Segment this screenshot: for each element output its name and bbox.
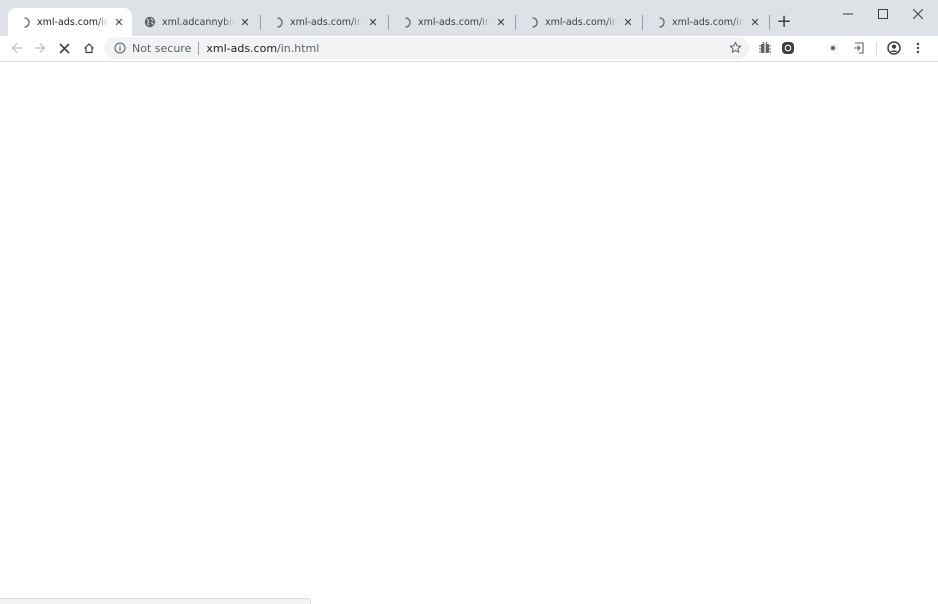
tab-close-icon[interactable]: ✕: [112, 15, 126, 29]
window-close-button[interactable]: [900, 0, 936, 28]
back-button[interactable]: [6, 37, 28, 59]
close-icon: [913, 9, 923, 19]
loading-spinner-icon: [271, 16, 284, 29]
tab-3[interactable]: xml-ads.com/in.html ✕: [261, 8, 386, 36]
tab-title: xml-ads.com/in.html: [672, 16, 744, 28]
loading-spinner-icon: [526, 16, 539, 29]
omnibox-divider: [198, 41, 200, 55]
tab-title: xml-ads.com/in.html: [37, 16, 108, 28]
minimize-icon: [843, 13, 853, 15]
status-bubble: [0, 598, 311, 604]
tab-close-icon[interactable]: ✕: [238, 15, 252, 29]
security-label: Not secure: [132, 41, 192, 55]
loading-spinner-icon: [18, 16, 31, 29]
forward-arrow-icon: [35, 43, 46, 53]
url-path: /in.html: [277, 41, 320, 55]
tab-2[interactable]: xml.adcannybid.com ✕: [133, 8, 258, 36]
tab-5[interactable]: xml-ads.com/in.html ✕: [516, 8, 641, 36]
extension-small-icon[interactable]: [823, 38, 843, 58]
loading-spinner-icon: [399, 16, 412, 29]
globe-icon: [143, 16, 156, 29]
tab-close-icon[interactable]: ✕: [621, 15, 635, 29]
tab-close-icon[interactable]: ✕: [494, 15, 508, 29]
back-arrow-icon: [11, 43, 22, 53]
tab-title: xml-ads.com/in.html: [545, 16, 617, 28]
extension-cast-icon[interactable]: [850, 38, 870, 58]
profile-avatar-icon[interactable]: [884, 38, 904, 58]
url-host: xml-ads.com: [206, 41, 278, 55]
new-tab-button[interactable]: +: [774, 11, 794, 32]
maximize-button[interactable]: [865, 0, 901, 28]
maximize-icon: [878, 9, 888, 19]
home-button[interactable]: [78, 37, 100, 59]
stop-button[interactable]: [53, 37, 75, 59]
bookmark-star-icon[interactable]: [724, 36, 746, 58]
page-content: [0, 62, 938, 604]
info-icon[interactable]: [114, 42, 126, 54]
menu-kebab-icon[interactable]: [908, 38, 928, 58]
tab-title: xml-ads.com/in.html: [418, 16, 490, 28]
tab-1[interactable]: xml-ads.com/in.html ✕: [8, 8, 132, 36]
browser-window: xml-ads.com/in.html ✕ xml.adcannybid.com…: [0, 0, 938, 604]
tab-title: xml-ads.com/in.html: [290, 16, 362, 28]
forward-button[interactable]: [29, 37, 51, 59]
tab-title: xml.adcannybid.com: [162, 16, 234, 28]
minimize-button[interactable]: [830, 0, 866, 28]
tab-6[interactable]: xml-ads.com/in.html ✕: [643, 8, 768, 36]
loading-spinner-icon: [653, 16, 666, 29]
extension-bug-icon[interactable]: [755, 38, 775, 58]
extension-dark-circle-icon[interactable]: [778, 38, 798, 58]
stop-icon: [58, 42, 70, 54]
home-icon: [84, 43, 94, 54]
toolbar-separator: [876, 42, 877, 56]
tab-4[interactable]: xml-ads.com/in.html ✕: [389, 8, 514, 36]
tab-separator: [769, 15, 770, 30]
address-bar[interactable]: Not secure xml-ads.com/in.html: [104, 37, 749, 59]
tab-close-icon[interactable]: ✕: [366, 15, 380, 29]
browser-toolbar: Not secure xml-ads.com/in.html: [0, 36, 938, 62]
tab-strip: xml-ads.com/in.html ✕ xml.adcannybid.com…: [0, 0, 938, 36]
tab-close-icon[interactable]: ✕: [748, 15, 762, 29]
